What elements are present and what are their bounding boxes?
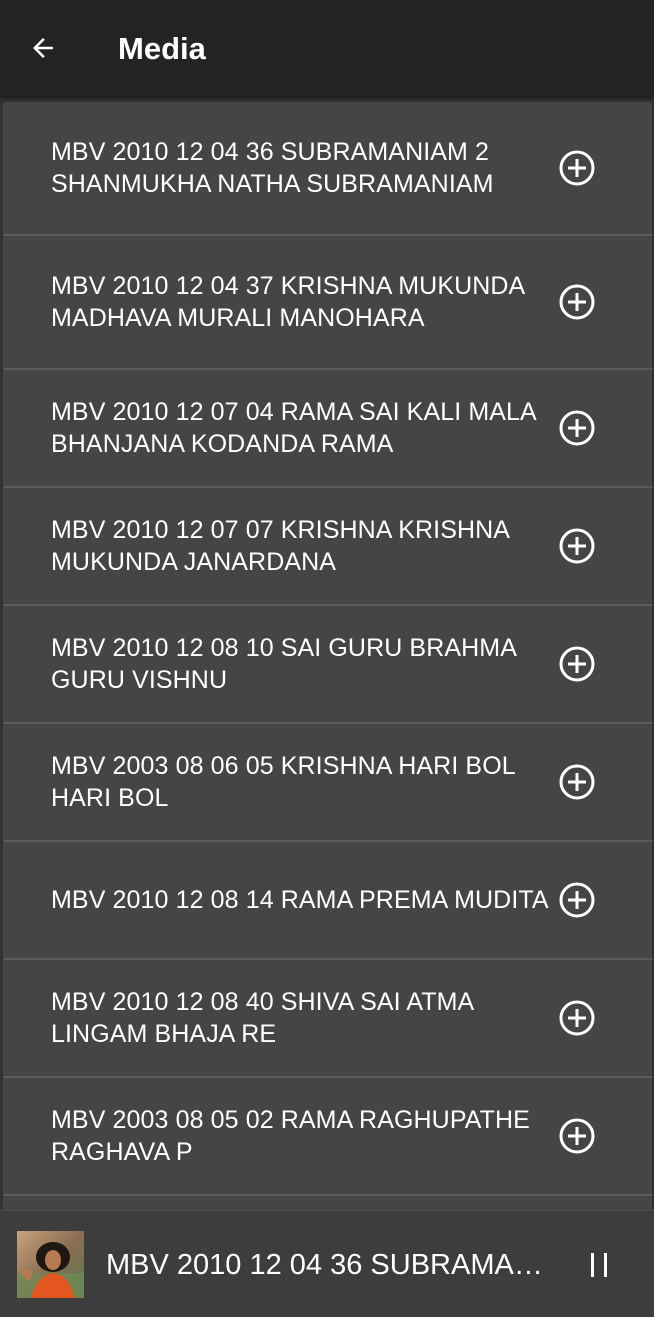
media-list-container[interactable]: MBV 2010 12 04 36 SUBRAMANIAM 2 SHANMUKH… — [0, 96, 654, 1210]
media-list: MBV 2010 12 04 36 SUBRAMANIAM 2 SHANMUKH… — [3, 102, 653, 1210]
add-circle-icon[interactable] — [558, 283, 596, 321]
media-list-item[interactable]: MBV 2010 12 07 07 KRISHNA KRISHNA MUKUND… — [3, 488, 653, 606]
now-playing-bar[interactable]: MBV 2010 12 04 36 SUBRAMANIAM 2 SHANMUKH… — [0, 1210, 654, 1317]
media-list-item[interactable]: MBV 2010 12 04 37 KRISHNA MUKUNDA MADHAV… — [3, 236, 653, 370]
add-circle-icon[interactable] — [558, 763, 596, 801]
media-item-title: MBV 2010 12 08 10 SAI GURU BRAHMA GURU V… — [51, 634, 516, 694]
media-item-title: MBV 2003 08 06 05 KRISHNA HARI BOL HARI … — [51, 752, 515, 812]
media-item-title: MBV 2010 12 07 07 KRISHNA KRISHNA MUKUND… — [51, 516, 509, 576]
add-circle-icon[interactable] — [558, 999, 596, 1037]
media-list-item[interactable]: MBV 2010 12 08 40 SHIVA SAI ATMA LINGAM … — [3, 960, 653, 1078]
pause-icon[interactable] — [580, 1245, 620, 1285]
media-list-item[interactable]: MBV 2003 08 05 02 RAMA RAGHUPATHE RAGHAV… — [3, 1078, 653, 1196]
media-item-title: MBV 2010 12 04 36 SUBRAMANIAM 2 SHANMUKH… — [51, 138, 494, 198]
add-circle-icon[interactable] — [558, 527, 596, 565]
media-list-item[interactable]: MBV 2010 12 08 14 RAMA PREMA MUDITA — [3, 842, 653, 960]
media-list-item[interactable] — [3, 1196, 653, 1210]
add-circle-icon[interactable] — [558, 645, 596, 683]
add-circle-icon[interactable] — [558, 1117, 596, 1155]
album-art-thumbnail[interactable] — [17, 1231, 84, 1298]
arrow-left-icon — [33, 38, 53, 58]
album-art-image — [17, 1231, 84, 1298]
media-item-title: MBV 2010 12 08 40 SHIVA SAI ATMA LINGAM … — [51, 988, 473, 1048]
add-circle-icon[interactable] — [558, 409, 596, 447]
media-list-item[interactable]: MBV 2010 12 04 36 SUBRAMANIAM 2 SHANMUKH… — [3, 102, 653, 236]
app-bar: Media — [0, 0, 654, 96]
media-item-title: MBV 2010 12 07 04 RAMA SAI KALI MALA BHA… — [51, 398, 536, 458]
media-item-title: MBV 2010 12 04 37 KRISHNA MUKUNDA MADHAV… — [51, 272, 524, 332]
back-button[interactable] — [22, 27, 64, 69]
media-item-title: MBV 2010 12 08 14 RAMA PREMA MUDITA — [51, 886, 549, 914]
add-circle-icon[interactable] — [558, 149, 596, 187]
media-list-item[interactable]: MBV 2003 08 06 05 KRISHNA HARI BOL HARI … — [3, 724, 653, 842]
media-list-item[interactable]: MBV 2010 12 08 10 SAI GURU BRAHMA GURU V… — [3, 606, 653, 724]
now-playing-title: MBV 2010 12 04 36 SUBRAMANIAM 2 SHANMUKH… — [106, 1249, 546, 1281]
page-title: Media — [118, 31, 206, 66]
media-item-title: MBV 2003 08 05 02 RAMA RAGHUPATHE RAGHAV… — [51, 1106, 530, 1166]
media-list-item[interactable]: MBV 2010 12 07 04 RAMA SAI KALI MALA BHA… — [3, 370, 653, 488]
add-circle-icon[interactable] — [558, 881, 596, 919]
